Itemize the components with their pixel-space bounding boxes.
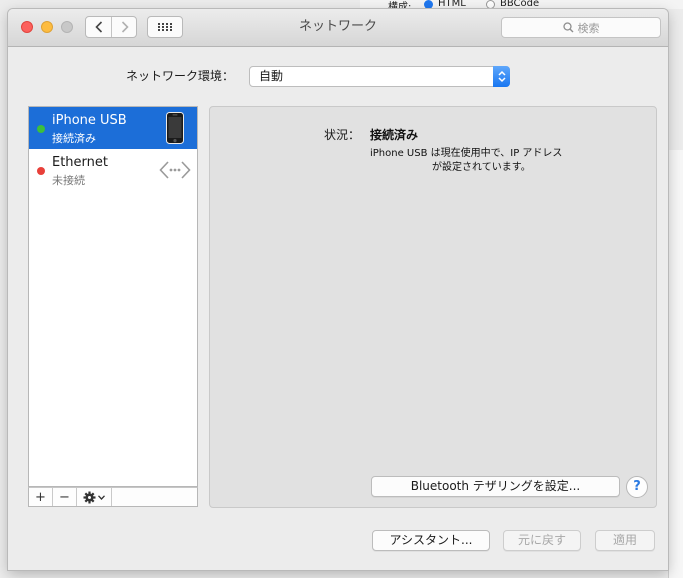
action-menu-button[interactable] [77,488,112,506]
remove-service-button[interactable]: − [53,488,77,506]
revert-button[interactable]: 元に戻す [503,530,581,551]
service-detail-pane: 状況： 接続済み iPhone USB は現在使用中で、IP アドレス が設定さ… [209,106,657,508]
service-name: iPhone USB [52,113,127,128]
status-value: 接続済み [370,128,419,142]
service-status: 接続済み [52,132,96,145]
status-label: 状況： [324,128,361,142]
background-option-bbcode: BBCode [500,0,540,9]
location-value: 自動 [259,69,284,83]
network-preferences-window: ネットワーク 検索 ネットワーク環境： 自動 iPhone USB 接続済み E… [8,9,668,570]
status-dot-green [37,125,45,133]
status-description: iPhone USB は現在使用中で、IP アドレス が設定されています。 [370,147,610,175]
service-list: iPhone USB 接続済み Ethernet 未接続 [28,106,198,487]
add-service-button[interactable]: + [29,488,53,506]
search-placeholder: 検索 [577,21,600,35]
gear-icon [83,491,96,503]
service-status: 未接続 [52,174,85,187]
iphone-icon [166,112,184,144]
background-radio-selected [424,0,433,9]
background-right-column [668,150,683,578]
assistant-button[interactable]: アシスタント... [372,530,490,551]
bluetooth-tethering-button[interactable]: Bluetooth テザリングを設定... [371,476,620,497]
service-iphone-usb[interactable]: iPhone USB 接続済み [29,107,197,149]
location-label: ネットワーク環境： [126,69,235,83]
search-field[interactable]: 検索 [501,17,661,38]
background-radio [486,0,495,9]
search-icon [562,22,573,33]
ethernet-icon [159,161,191,179]
service-ethernet[interactable]: Ethernet 未接続 [29,149,197,191]
titlebar: ネットワーク 検索 [8,9,668,47]
help-button[interactable]: ? [626,476,648,498]
location-popup[interactable]: 自動 [249,66,510,87]
background-option-html: HTML [438,0,466,9]
status-description-line1: iPhone USB は現在使用中で、IP アドレス [370,148,563,159]
status-description-line2: が設定されています。 [432,162,531,173]
apply-button[interactable]: 適用 [595,530,655,551]
popup-arrows-icon [493,66,510,87]
service-list-toolbar: + − [28,487,198,507]
chevron-down-icon [98,494,105,500]
service-name: Ethernet [52,155,108,170]
status-dot-red [37,167,45,175]
